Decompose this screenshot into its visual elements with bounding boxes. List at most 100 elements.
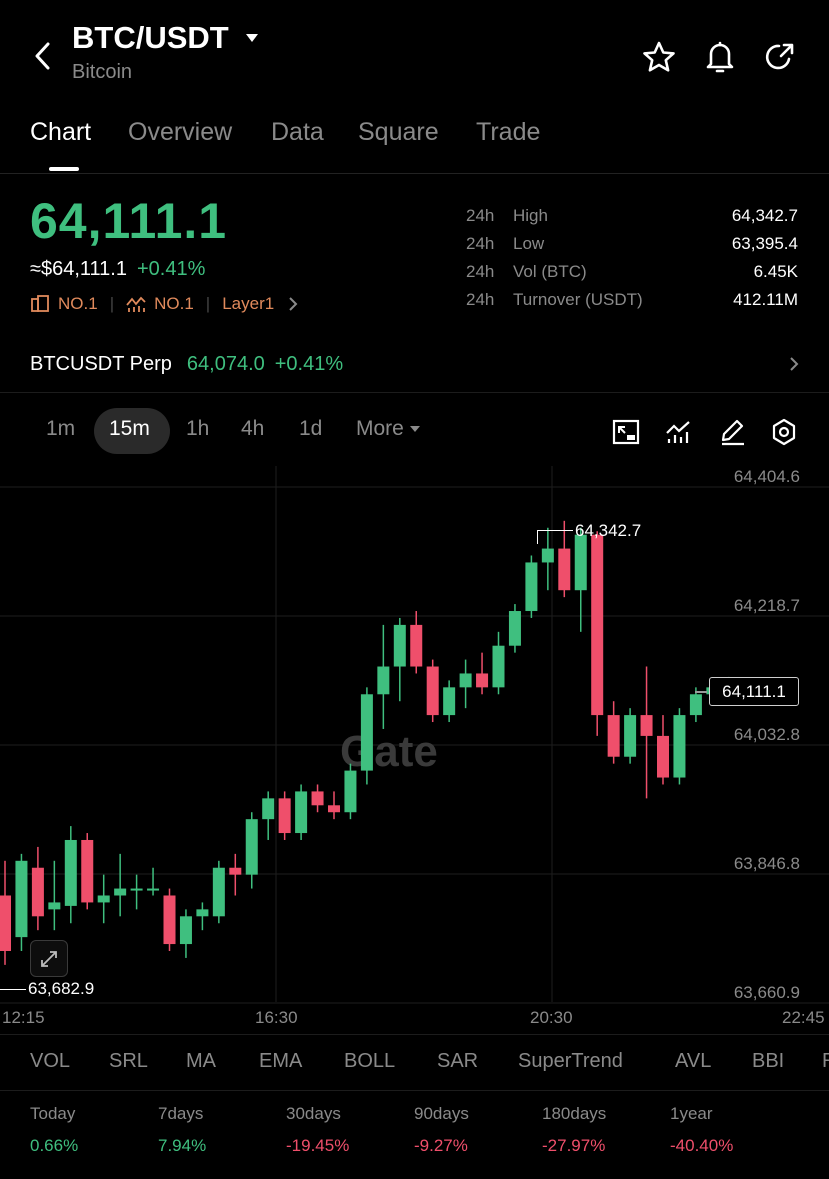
candle-body	[130, 888, 143, 891]
perp-label: BTCUSDT Perp	[30, 352, 172, 375]
timeframe-1d[interactable]: 1d	[299, 417, 322, 441]
chevron-right-icon[interactable]	[288, 296, 298, 312]
candlestick-chart[interactable]: Gate	[0, 466, 829, 1036]
perp-row[interactable]: BTCUSDT Perp 64,074.0 +0.41%	[30, 350, 799, 378]
tab-overview[interactable]: Overview	[128, 118, 232, 147]
indicator-boll[interactable]: BOLL	[344, 1050, 395, 1073]
candle-body	[673, 715, 686, 778]
high-marker-line	[537, 530, 573, 531]
price-axis-label: 64,032.8	[733, 725, 800, 744]
candle-body	[492, 645, 505, 688]
perf-value: -9.27%	[414, 1136, 468, 1155]
timeframe-4h[interactable]: 4h	[241, 417, 264, 441]
indicator-srl[interactable]: SRL	[109, 1050, 148, 1073]
divider	[0, 1090, 829, 1091]
candle-body	[212, 867, 225, 917]
perf-label: 30days	[286, 1104, 341, 1123]
stat-high: 24h High 64,342.7	[466, 206, 798, 234]
share-icon	[765, 43, 794, 70]
timeframe-more[interactable]: More	[356, 417, 420, 441]
divider	[0, 173, 829, 174]
candle-body	[574, 534, 587, 591]
low-marker-line	[0, 989, 26, 990]
indicator-sar[interactable]: SAR	[437, 1050, 478, 1073]
expand-icon	[41, 950, 57, 967]
perf-value: -27.97%	[542, 1136, 606, 1155]
perf-7days: 7days 7.94%	[158, 1104, 206, 1156]
chart-canvas: Gate	[0, 466, 829, 1004]
price-axis-label: 64,218.7	[733, 596, 800, 615]
perf-today: Today 0.66%	[30, 1104, 78, 1156]
indicator-bbi[interactable]: BBI	[752, 1050, 784, 1073]
perf-30days: 30days -19.45%	[286, 1104, 349, 1156]
price-axis-label: 63,660.9	[733, 983, 800, 1002]
indicator-vol[interactable]: VOL	[30, 1050, 70, 1073]
alert-button[interactable]	[700, 37, 740, 77]
usd-price: ≈$64,111.1	[30, 258, 127, 280]
candle-body	[410, 624, 423, 667]
candle-body	[624, 715, 637, 757]
indicator-button[interactable]	[662, 416, 696, 448]
favorite-button[interactable]	[638, 37, 680, 77]
indicator-more[interactable]: R	[822, 1050, 829, 1073]
badge-row: NO.1 | NO.1 | Layer1	[30, 292, 298, 316]
perf-1year: 1year -40.40%	[670, 1104, 733, 1156]
indicator-ema[interactable]: EMA	[259, 1050, 302, 1073]
current-price-label: 64,111.1	[709, 677, 799, 706]
timeframe-1m[interactable]: 1m	[46, 417, 75, 441]
chart-type-button[interactable]	[610, 416, 642, 448]
indicator-supertrend[interactable]: SuperTrend	[518, 1050, 623, 1073]
usd-price-row: ≈$64,111.1 +0.41%	[30, 258, 205, 281]
candle-body	[344, 770, 357, 813]
perp-change: +0.41%	[274, 352, 344, 375]
perf-value: 7.94%	[158, 1136, 207, 1155]
candle-body	[360, 694, 373, 771]
candle-body	[393, 624, 406, 667]
badge-rank: NO.1	[58, 294, 98, 313]
badge-separator: |	[109, 294, 115, 313]
price-axis-label: 63,846.8	[733, 854, 800, 873]
tab-square[interactable]: Square	[358, 118, 439, 147]
draw-button[interactable]	[715, 416, 749, 448]
badge-separator: |	[205, 294, 211, 313]
tab-chart[interactable]: Chart	[30, 118, 91, 147]
stat-turnover: 24h Turnover (USDT) 412.11M	[466, 290, 798, 318]
candle-body	[591, 534, 604, 716]
perf-label: 180days	[542, 1104, 607, 1123]
time-axis-label: 16:30	[255, 1008, 298, 1027]
perf-value: 0.66%	[30, 1136, 79, 1155]
last-price: 64,111.1	[30, 193, 228, 249]
back-button[interactable]	[24, 36, 60, 76]
candle-body	[328, 805, 340, 813]
indicator-avl[interactable]: AVL	[675, 1050, 711, 1073]
tab-trade[interactable]: Trade	[476, 118, 540, 147]
badge-category[interactable]: Layer1	[222, 294, 274, 314]
candle-body	[163, 895, 176, 945]
stat-label: Vol (BTC)	[513, 262, 587, 281]
pair-selector[interactable]: BTC/USDT	[72, 20, 259, 56]
candle-body	[607, 715, 620, 757]
candle-body	[689, 694, 702, 716]
candle-body	[31, 867, 44, 917]
stat-value: 64,342.7	[731, 206, 798, 225]
time-axis-label: 20:30	[530, 1008, 573, 1027]
chart-settings-button[interactable]	[768, 416, 800, 448]
timeframe-15m[interactable]: 15m	[109, 417, 150, 441]
indicator-ma[interactable]: MA	[186, 1050, 216, 1073]
high-marker-tick	[537, 530, 538, 544]
candle-body	[245, 819, 258, 875]
stat-period: 24h	[466, 262, 495, 281]
fullscreen-button[interactable]	[30, 940, 68, 977]
tab-data[interactable]: Data	[271, 118, 324, 147]
share-button[interactable]	[760, 37, 800, 77]
candle-body	[640, 715, 653, 736]
perf-180days: 180days -27.97%	[542, 1104, 606, 1156]
price-change: +0.41%	[136, 258, 206, 280]
high-marker-label: 64,342.7	[575, 521, 642, 540]
perf-label: 7days	[158, 1104, 204, 1123]
stat-value: 63,395.4	[731, 234, 798, 253]
candle-body	[97, 895, 110, 903]
rank-icon	[30, 295, 50, 313]
timeframe-1h[interactable]: 1h	[186, 417, 209, 441]
stat-label: Turnover (USDT)	[513, 290, 643, 309]
